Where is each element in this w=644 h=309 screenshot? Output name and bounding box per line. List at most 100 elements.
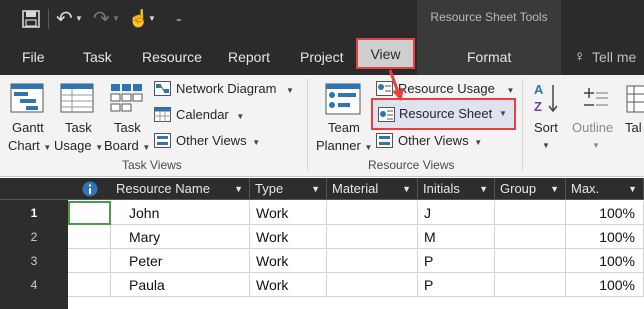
column-header-max[interactable]: Max. ▼ <box>566 178 644 200</box>
cell-resource-name[interactable]: Mary <box>111 225 250 249</box>
tell-me-search[interactable]: Tell me <box>592 46 636 68</box>
title-bar: ↶ ▼ ↷ ▼ ☝ ▼ ₌ Resource Sheet Tools File … <box>0 0 644 75</box>
column-header-resource-name[interactable]: Resource Name ▼ <box>111 178 250 200</box>
other-views-resource-label: Other Views <box>398 133 469 148</box>
tab-view[interactable]: View <box>356 38 415 69</box>
column-header-group[interactable]: Group ▼ <box>495 178 566 200</box>
tab-project[interactable]: Project <box>300 46 344 68</box>
column-label: Initials <box>423 181 460 196</box>
tab-report[interactable]: Report <box>228 46 270 68</box>
cell-material[interactable] <box>327 273 418 297</box>
info-column-icon[interactable] <box>82 181 98 202</box>
cell-type[interactable]: Work <box>250 249 327 273</box>
task-board-label-line2: Board <box>104 138 139 153</box>
outline-button[interactable]: Outline <box>572 120 613 135</box>
task-board-label-line1[interactable]: Task <box>114 120 141 135</box>
row-number[interactable]: 1 <box>0 201 68 225</box>
outline-dropdown-icon[interactable]: ▼ <box>592 141 600 150</box>
task-usage-label-line1[interactable]: Task <box>65 120 92 135</box>
indicator-cell[interactable] <box>68 273 111 297</box>
sort-icon: A Z <box>534 82 558 114</box>
resource-usage-button[interactable]: Resource Usage ▼ <box>398 81 514 96</box>
sort-button[interactable]: Sort <box>534 120 558 135</box>
touch-dropdown-icon[interactable]: ▼ <box>148 6 156 32</box>
lightbulb-icon: ♀ <box>574 48 586 65</box>
cell-group[interactable] <box>495 201 566 225</box>
empty-rows-area[interactable] <box>68 297 644 309</box>
team-planner-label-line1[interactable]: Team <box>328 120 360 135</box>
save-icon[interactable] <box>22 6 40 32</box>
other-views-task-dropdown-icon: ▼ <box>252 138 261 147</box>
column-label: Material <box>332 181 379 196</box>
indicator-cell[interactable] <box>68 249 111 273</box>
column-header-material[interactable]: Material ▼ <box>327 178 418 200</box>
cell-type[interactable]: Work <box>250 273 327 297</box>
cell-type[interactable]: Work <box>250 201 327 225</box>
network-diagram-label: Network Diagram <box>176 81 277 96</box>
cell-resource-name[interactable]: Peter <box>111 249 250 273</box>
resource-sheet-icon <box>378 107 395 122</box>
cell-type[interactable]: Work <box>250 225 327 249</box>
column-label: Resource Name <box>116 181 210 196</box>
task-board-button[interactable]: Board ▼ <box>104 138 150 153</box>
tab-view-label: View <box>370 46 401 62</box>
network-diagram-button[interactable]: Network Diagram ▼ <box>176 81 294 96</box>
cell-max-units[interactable]: 100% <box>566 201 644 225</box>
sort-dropdown-icon[interactable]: ▼ <box>542 141 550 150</box>
tables-button[interactable]: Tal <box>625 120 642 135</box>
gantt-label-line1[interactable]: Gantt <box>12 120 44 135</box>
column-header-initials[interactable]: Initials ▼ <box>418 178 495 200</box>
other-views-task-button[interactable]: Other Views ▼ <box>176 133 260 148</box>
redo-dropdown-icon[interactable]: ▼ <box>112 6 120 32</box>
cell-initials[interactable]: M <box>418 225 495 249</box>
row-number[interactable]: 4 <box>0 273 68 297</box>
cell-max-units[interactable]: 100% <box>566 249 644 273</box>
gantt-chart-button[interactable]: Chart ▼ <box>8 138 51 153</box>
touch-mode-icon[interactable]: ☝ <box>128 6 149 32</box>
tab-resource[interactable]: Resource <box>142 46 202 68</box>
cell-resource-name[interactable]: Paula <box>111 273 250 297</box>
undo-dropdown-icon[interactable]: ▼ <box>75 6 83 32</box>
cell-resource-name[interactable]: John <box>111 201 250 225</box>
redo-icon[interactable]: ↷ <box>93 6 110 32</box>
column-dropdown-icon: ▼ <box>311 184 320 194</box>
calendar-dropdown-icon: ▼ <box>236 112 245 121</box>
cell-max-units[interactable]: 100% <box>566 273 644 297</box>
cell-material[interactable] <box>327 249 418 273</box>
team-planner-button[interactable]: Planner ▼ <box>316 138 372 153</box>
tab-format[interactable]: Format <box>467 46 511 68</box>
indicator-cell[interactable] <box>68 225 111 249</box>
group-separator-2 <box>522 79 523 171</box>
other-views-task-icon <box>154 133 171 148</box>
cell-max-units[interactable]: 100% <box>566 225 644 249</box>
row-number[interactable]: 3 <box>0 249 68 273</box>
calendar-icon <box>154 107 171 122</box>
task-board-dropdown-icon: ▼ <box>142 143 151 152</box>
tab-task[interactable]: Task <box>83 46 112 68</box>
resource-usage-icon <box>376 81 393 96</box>
outline-icon <box>584 88 608 106</box>
cell-material[interactable] <box>327 225 418 249</box>
calendar-button[interactable]: Calendar ▼ <box>176 107 244 122</box>
cell-material[interactable] <box>327 201 418 225</box>
other-views-resource-button[interactable]: Other Views ▼ <box>398 133 482 148</box>
undo-icon[interactable]: ↶ <box>56 6 73 32</box>
team-planner-icon <box>325 83 361 115</box>
cell-initials[interactable]: P <box>418 273 495 297</box>
network-diagram-icon <box>154 81 171 96</box>
cell-initials[interactable]: J <box>418 201 495 225</box>
resource-sheet-button[interactable]: Resource Sheet ▼ <box>371 98 516 130</box>
column-dropdown-icon: ▼ <box>550 184 559 194</box>
cell-group[interactable] <box>495 273 566 297</box>
tab-file[interactable]: File <box>22 46 45 68</box>
row-number[interactable]: 2 <box>0 225 68 249</box>
cell-group[interactable] <box>495 225 566 249</box>
cell-group[interactable] <box>495 249 566 273</box>
cell-initials[interactable]: P <box>418 249 495 273</box>
customize-qat-icon[interactable]: ₌ <box>176 6 182 32</box>
column-dropdown-icon: ▼ <box>628 184 637 194</box>
team-planner-dropdown-icon: ▼ <box>364 143 373 152</box>
task-usage-button[interactable]: Usage ▼ <box>54 138 103 153</box>
gantt-chart-icon <box>10 83 44 113</box>
column-header-type[interactable]: Type ▼ <box>250 178 327 200</box>
